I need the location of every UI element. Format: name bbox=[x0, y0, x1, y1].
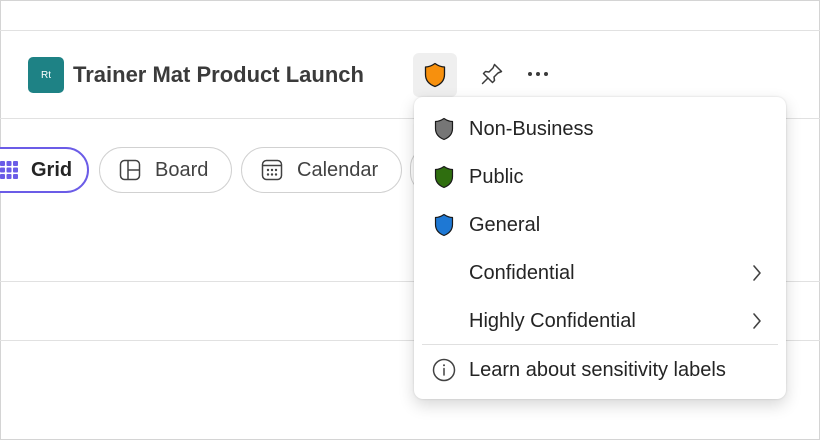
menu-item-label: Public bbox=[469, 166, 524, 188]
more-horizontal-icon bbox=[528, 72, 548, 76]
chevron-right-icon bbox=[753, 265, 761, 281]
shield-icon bbox=[434, 165, 454, 189]
menu-item-label: Highly Confidential bbox=[469, 310, 636, 332]
grid-icon bbox=[0, 161, 18, 179]
sensitivity-label-button[interactable] bbox=[413, 53, 457, 97]
tab-grid[interactable]: Grid bbox=[0, 147, 89, 193]
info-icon bbox=[432, 358, 456, 382]
menu-item-learn-more[interactable]: Learn about sensitivity labels bbox=[414, 346, 786, 394]
chevron-right-icon bbox=[753, 313, 761, 329]
plan-avatar: Rt bbox=[28, 57, 64, 93]
more-options-button[interactable] bbox=[522, 58, 554, 90]
shield-icon bbox=[434, 213, 454, 237]
page-title: Trainer Mat Product Launch bbox=[73, 62, 364, 87]
tab-grid-label: Grid bbox=[31, 158, 73, 181]
menu-item-non-business[interactable]: Non-Business bbox=[414, 105, 786, 153]
shield-icon bbox=[424, 62, 446, 88]
menu-item-label: Learn about sensitivity labels bbox=[469, 359, 726, 381]
menu-item-label: General bbox=[469, 214, 541, 236]
shield-icon bbox=[434, 117, 454, 141]
menu-divider bbox=[422, 344, 778, 345]
avatar-initials: Rt bbox=[41, 69, 51, 81]
menu-item-public[interactable]: Public bbox=[414, 153, 786, 201]
pin-button[interactable] bbox=[476, 58, 508, 90]
tab-board-label: Board bbox=[155, 158, 209, 181]
tab-calendar[interactable]: Calendar bbox=[241, 147, 402, 193]
divider bbox=[0, 30, 820, 31]
board-icon bbox=[119, 159, 141, 181]
menu-item-highly-confidential[interactable]: Highly Confidential bbox=[414, 297, 786, 345]
menu-item-label: Confidential bbox=[469, 262, 575, 284]
menu-item-confidential[interactable]: Confidential bbox=[414, 249, 786, 297]
menu-item-general[interactable]: General bbox=[414, 201, 786, 249]
tab-calendar-label: Calendar bbox=[297, 158, 379, 181]
sensitivity-menu: Non-Business Public General Confidential… bbox=[414, 97, 786, 399]
calendar-icon bbox=[261, 159, 283, 181]
tab-board[interactable]: Board bbox=[99, 147, 232, 193]
pin-icon bbox=[481, 63, 503, 85]
menu-item-label: Non-Business bbox=[469, 118, 594, 140]
